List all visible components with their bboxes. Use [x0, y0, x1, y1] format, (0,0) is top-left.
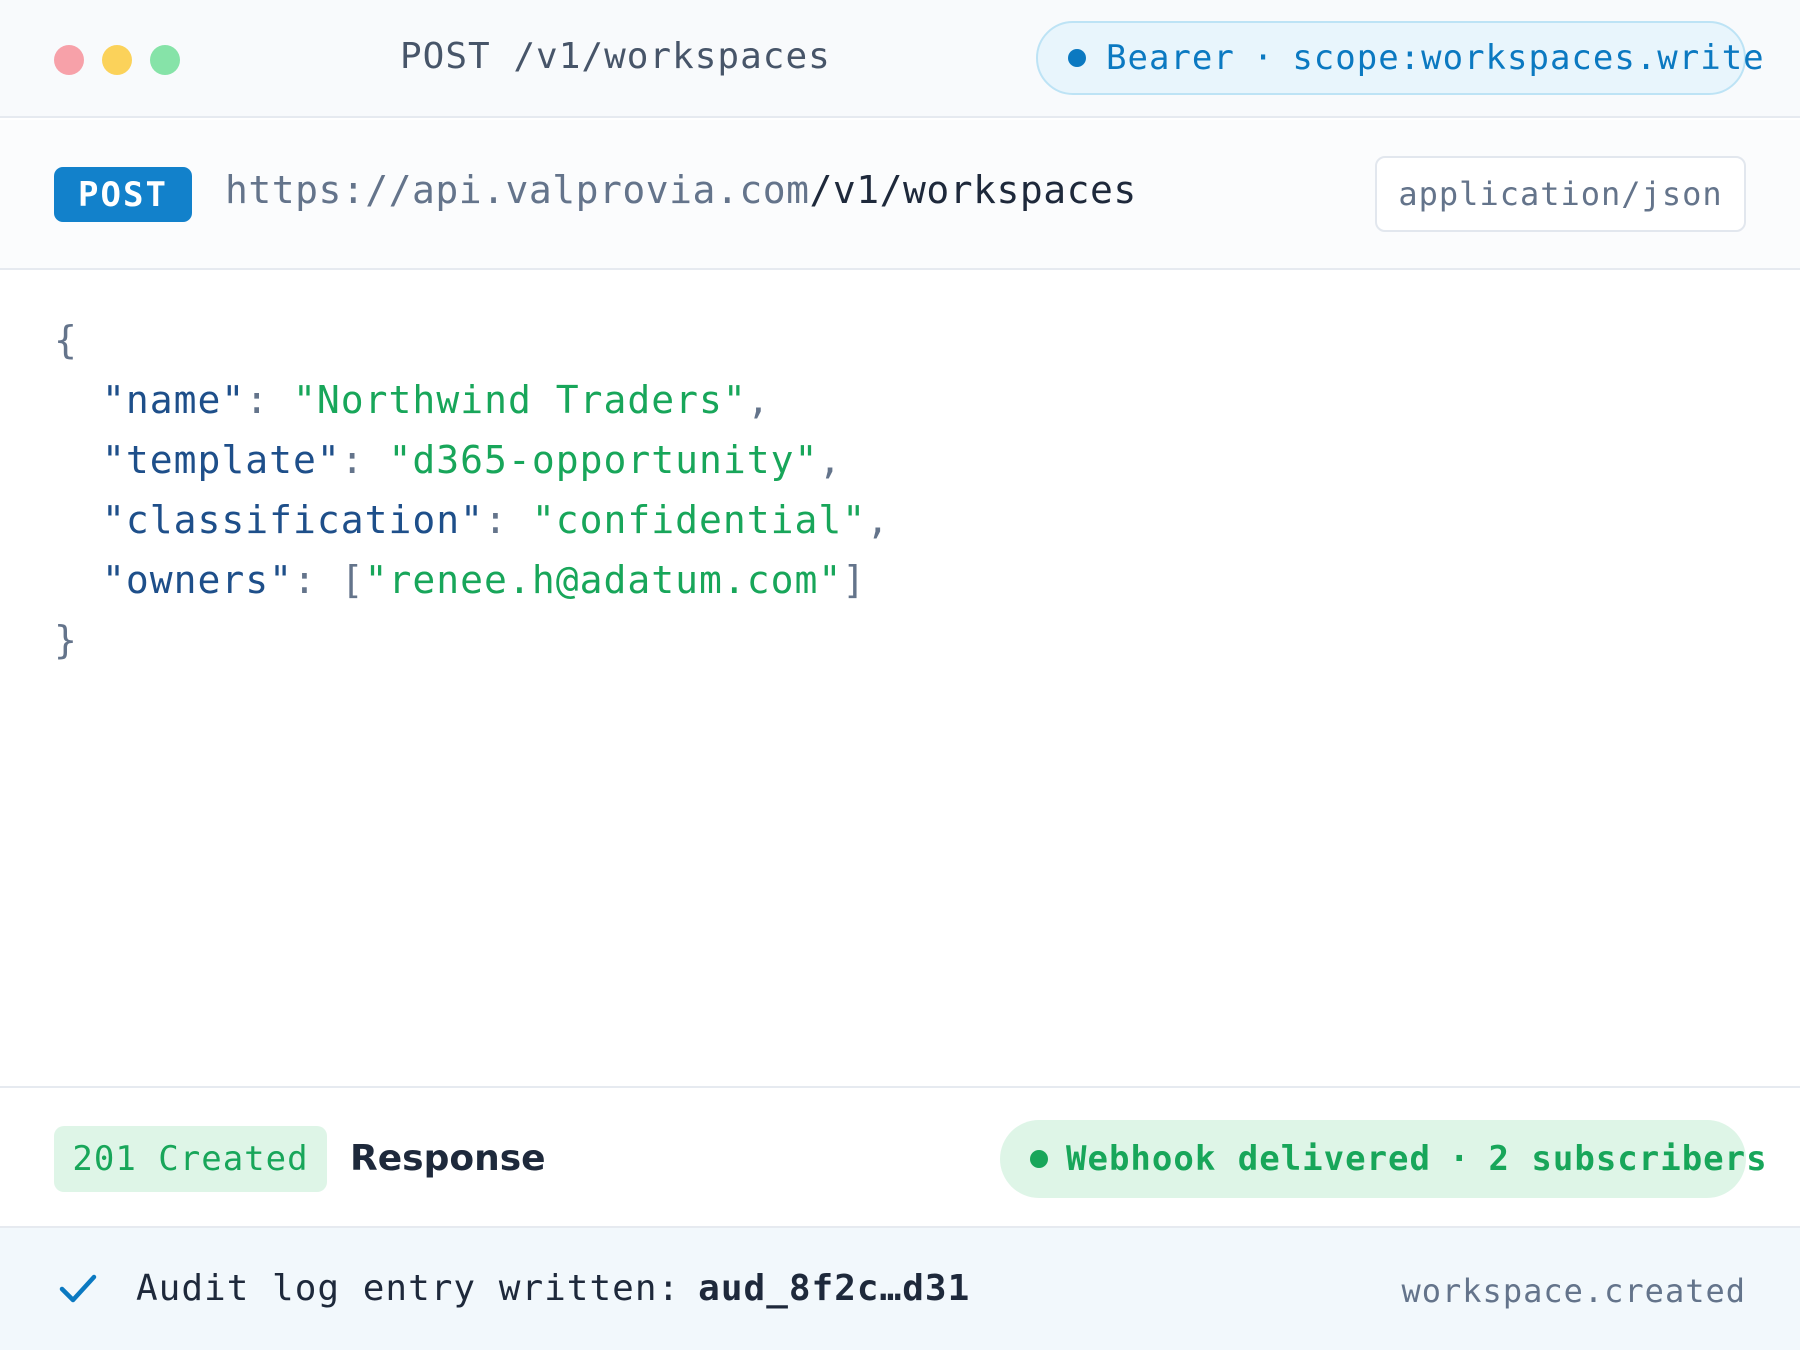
json-key: "classification"	[102, 498, 485, 542]
request-url[interactable]: https://api.valprovia.com/v1/workspaces	[225, 168, 1137, 212]
webhook-status-text: Webhook delivered	[1066, 1139, 1431, 1179]
audit-entry-id[interactable]: aud_8f2c…d31	[698, 1268, 970, 1309]
json-punctuation: : [	[293, 558, 365, 602]
audit-log-bar: Audit log entry written: aud_8f2c…d31 wor…	[0, 1228, 1800, 1350]
check-icon	[59, 1274, 97, 1303]
response-bar: 201 Created Response Webhook delivered ·…	[0, 1086, 1800, 1228]
audit-message: Audit log entry written: aud_8f2c…d31	[136, 1268, 970, 1309]
json-key: "owners"	[102, 558, 294, 602]
json-close-brace: }	[54, 618, 78, 662]
json-value: "renee.h@adatum.com"	[364, 558, 843, 602]
auth-scope: scope:workspaces.write	[1292, 38, 1765, 78]
json-value: "d365-opportunity"	[388, 438, 819, 482]
webhook-status-badge[interactable]: Webhook delivered · 2 subscribers	[1000, 1120, 1767, 1198]
auth-status-dot-icon	[1068, 49, 1086, 67]
json-value: "Northwind Traders"	[293, 378, 747, 422]
code-line: "name": "Northwind Traders",	[54, 370, 890, 430]
close-window-button[interactable]	[54, 45, 84, 75]
audit-event-name: workspace.created	[1401, 1272, 1746, 1310]
minimize-window-button[interactable]	[102, 45, 132, 75]
audit-message-text: Audit log entry written:	[136, 1268, 681, 1309]
auth-badge[interactable]: Bearer · scope:workspaces.write	[1036, 21, 1764, 95]
code-line: "template": "d365-opportunity",	[54, 430, 890, 490]
json-open-brace: {	[54, 318, 78, 362]
window-title: POST /v1/workspaces	[400, 36, 831, 77]
code-line: "owners": ["renee.h@adatum.com"]	[54, 550, 890, 610]
code-line: }	[54, 610, 890, 670]
auth-token-type: Bearer	[1106, 38, 1235, 78]
json-value: "confidential"	[531, 498, 867, 542]
content-type-selector[interactable]: application/json	[1375, 156, 1746, 232]
code-line: {	[54, 310, 890, 370]
title-bar: POST /v1/workspaces Bearer · scope:works…	[0, 0, 1800, 118]
json-punctuation: :	[484, 498, 532, 542]
url-path: /v1/workspaces	[809, 168, 1137, 212]
json-key: "name"	[102, 378, 246, 422]
webhook-separator: ·	[1449, 1139, 1471, 1179]
json-punctuation: ]	[842, 558, 867, 602]
webhook-subscribers: 2 subscribers	[1488, 1139, 1768, 1179]
json-punctuation: ,	[818, 438, 843, 482]
http-method-badge[interactable]: POST	[54, 167, 192, 222]
status-badge: 201 Created	[54, 1126, 327, 1192]
json-punctuation: :	[340, 438, 389, 482]
code-line: "classification": "confidential",	[54, 490, 890, 550]
request-body-editor[interactable]: {"name": "Northwind Traders", "template":…	[54, 310, 890, 670]
auth-separator: ·	[1252, 38, 1275, 78]
response-label: Response	[350, 1138, 546, 1179]
json-punctuation: ,	[866, 498, 890, 542]
webhook-status-dot-icon	[1030, 1150, 1048, 1168]
request-url-bar: POST https://api.valprovia.com/v1/worksp…	[0, 120, 1800, 270]
url-host: https://api.valprovia.com	[225, 168, 810, 212]
json-punctuation: :	[245, 378, 294, 422]
json-key: "template"	[102, 438, 341, 482]
maximize-window-button[interactable]	[150, 45, 180, 75]
json-punctuation: ,	[746, 378, 771, 422]
